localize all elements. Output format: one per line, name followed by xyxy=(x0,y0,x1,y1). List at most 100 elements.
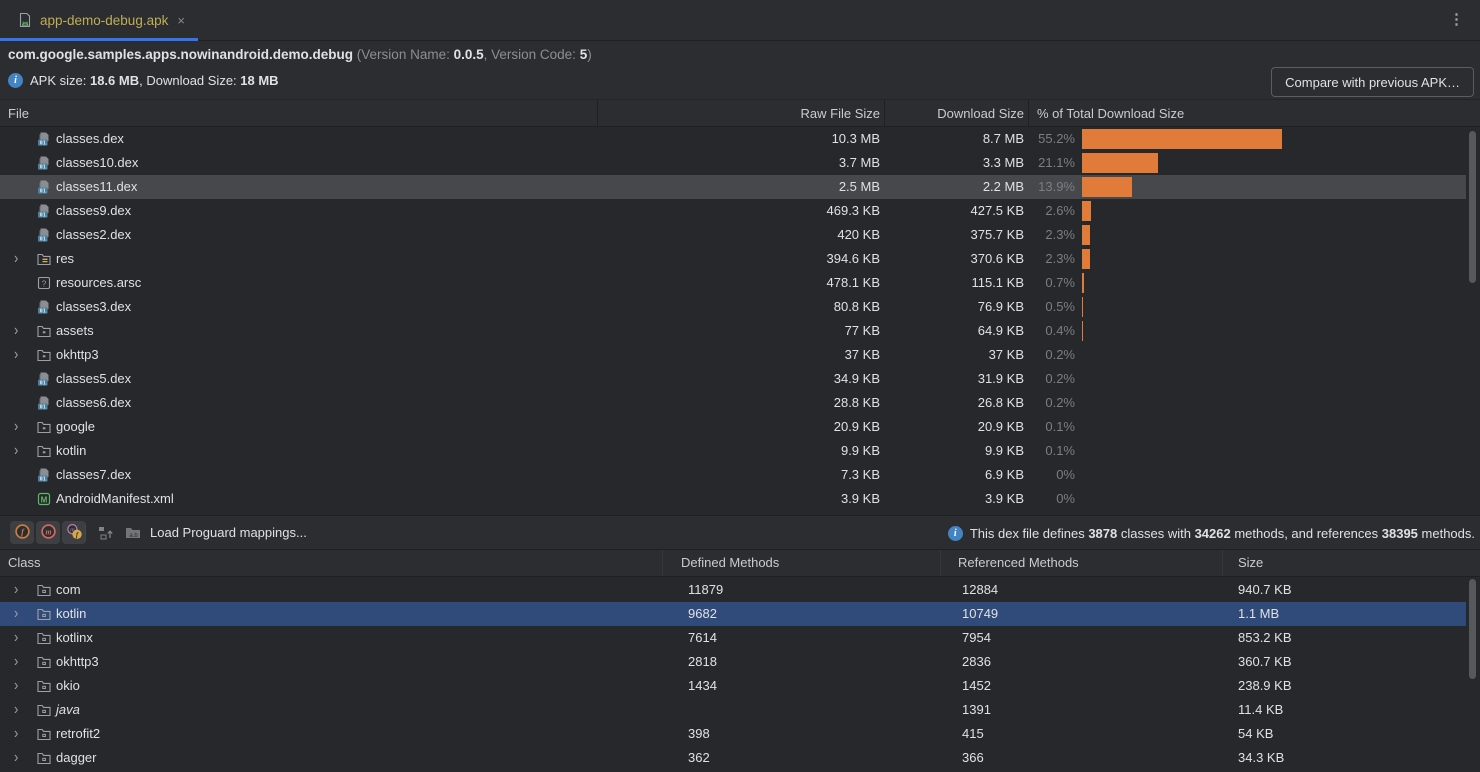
class-table-row[interactable]: › okio 1434 1452 238.9 KB xyxy=(0,674,1480,698)
dex-references-count: 38395 xyxy=(1382,526,1418,541)
column-header-download-size[interactable]: Download Size xyxy=(884,100,1024,127)
load-proguard-mappings-button[interactable]: Load Proguard mappings... xyxy=(150,516,307,550)
file-name: classes2.dex xyxy=(56,223,131,247)
file-table-scrollbar[interactable] xyxy=(1469,131,1476,283)
file-table-row[interactable]: › okhttp3 37 KB 37 KB 0.2% xyxy=(0,343,1480,367)
referenced-methods-value: 7954 xyxy=(962,626,991,650)
column-header-raw-file-size[interactable]: Raw File Size xyxy=(740,100,880,127)
package-name: com.google.samples.apps.nowinandroid.dem… xyxy=(8,47,353,62)
file-table-row[interactable]: › kotlin 9.9 KB 9.9 KB 0.1% xyxy=(0,439,1480,463)
raw-file-size-value: 2.5 MB xyxy=(740,175,880,199)
download-percent-value: 55.2% xyxy=(934,127,1075,151)
class-table-row[interactable]: › java 1391 11.4 KB xyxy=(0,698,1480,722)
info-icon: i xyxy=(948,526,963,541)
class-table-row[interactable]: › dagger 362 366 34.3 KB xyxy=(0,746,1480,770)
class-table-row[interactable]: › okhttp3 2818 2836 360.7 KB xyxy=(0,650,1480,674)
file-table-row[interactable]: › google 20.9 KB 20.9 KB 0.1% xyxy=(0,415,1480,439)
file-table-row[interactable]: › res 394.6 KB 370.6 KB 2.3% xyxy=(0,247,1480,271)
referenced-methods-value: 415 xyxy=(962,722,984,746)
file-table-row[interactable]: › 01 classes9.dex 469.3 KB 427.5 KB 2.6% xyxy=(0,199,1480,223)
dex-methods-count: 34262 xyxy=(1195,526,1231,541)
download-percent-value: 13.9% xyxy=(934,175,1075,199)
folder-icon xyxy=(36,323,52,339)
size-value: 940.7 KB xyxy=(1238,578,1292,602)
file-name: classes11.dex xyxy=(56,175,137,199)
class-table-row[interactable]: › retrofit2 398 415 54 KB xyxy=(0,722,1480,746)
file-table-row[interactable]: › assets 77 KB 64.9 KB 0.4% xyxy=(0,319,1480,343)
compare-with-previous-apk-button[interactable]: Compare with previous APK… xyxy=(1271,67,1474,97)
folder-icon xyxy=(36,443,52,459)
referenced-nodes-icon: m f xyxy=(66,523,83,543)
svg-text:?: ? xyxy=(42,279,47,288)
svg-text:01: 01 xyxy=(40,237,46,243)
file-table-row[interactable]: › 01 classes10.dex 3.7 MB 3.3 MB 21.1% xyxy=(0,151,1480,175)
expand-tree-icon[interactable] xyxy=(97,524,115,542)
dex-info-mid1: classes with xyxy=(1117,526,1194,541)
package-icon xyxy=(36,606,52,622)
expand-chevron-icon[interactable]: › xyxy=(14,580,18,598)
class-table-row[interactable]: › kotlinx 7614 7954 853.2 KB xyxy=(0,626,1480,650)
dex-file-icon: 01 xyxy=(36,371,52,387)
defined-methods-value: 11879 xyxy=(688,578,723,602)
expand-chevron-icon[interactable]: › xyxy=(14,441,18,459)
deobfuscate-names-icon[interactable]: a.b xyxy=(124,524,142,542)
expand-chevron-icon[interactable]: › xyxy=(14,628,18,646)
download-percent-value: 0.4% xyxy=(934,319,1075,343)
expand-chevron-icon[interactable]: › xyxy=(14,652,18,670)
show-referenced-toggle[interactable]: m f xyxy=(62,521,86,544)
column-header-size[interactable]: Size xyxy=(1238,550,1263,576)
file-table-row[interactable]: › 01 classes11.dex 2.5 MB 2.2 MB 13.9% xyxy=(0,175,1466,199)
file-table-row[interactable]: › 01 classes7.dex 7.3 KB 6.9 KB 0% xyxy=(0,463,1480,487)
download-percent-value: 0% xyxy=(934,487,1075,511)
expand-chevron-icon[interactable]: › xyxy=(14,676,18,694)
column-header-class[interactable]: Class xyxy=(8,550,41,576)
download-percent-value: 0.2% xyxy=(934,367,1075,391)
column-header-referenced-methods[interactable]: Referenced Methods xyxy=(958,550,1079,576)
svg-text:m: m xyxy=(45,527,51,536)
dex-file-icon: 01 xyxy=(36,467,52,483)
file-table-row[interactable]: › 01 classes2.dex 420 KB 375.7 KB 2.3% xyxy=(0,223,1480,247)
class-table-scrollbar[interactable] xyxy=(1469,579,1476,679)
dex-file-icon: 01 xyxy=(36,155,52,171)
manifest-file-icon: M xyxy=(36,491,52,507)
download-size-label: , Download Size: xyxy=(139,73,240,88)
file-table-row[interactable]: › M AndroidManifest.xml 3.9 KB 3.9 KB 0% xyxy=(0,487,1480,511)
svg-text:01: 01 xyxy=(40,381,46,387)
file-name: AndroidManifest.xml xyxy=(56,487,174,511)
expand-chevron-icon[interactable]: › xyxy=(14,604,18,622)
file-table-row[interactable]: › 01 classes3.dex 80.8 KB 76.9 KB 0.5% xyxy=(0,295,1480,319)
expand-chevron-icon[interactable]: › xyxy=(14,321,18,339)
expand-chevron-icon[interactable]: › xyxy=(14,417,18,435)
expand-chevron-icon[interactable]: › xyxy=(14,345,18,363)
tab-apk-analyzer[interactable]: app-demo-debug.apk × xyxy=(0,0,198,40)
svg-text:a.b: a.b xyxy=(129,533,138,539)
file-table-row[interactable]: › ? resources.arsc 478.1 KB 115.1 KB 0.7… xyxy=(0,271,1480,295)
file-name: classes5.dex xyxy=(56,367,131,391)
file-name: okhttp3 xyxy=(56,343,99,367)
referenced-methods-value: 1452 xyxy=(962,674,991,698)
show-fields-toggle[interactable]: f xyxy=(10,521,34,544)
expand-chevron-icon[interactable]: › xyxy=(14,724,18,742)
expand-chevron-icon[interactable]: › xyxy=(14,700,18,718)
expand-chevron-icon[interactable]: › xyxy=(14,748,18,766)
column-header-percent-of-total[interactable]: % of Total Download Size xyxy=(1037,100,1184,127)
version-suffix: ) xyxy=(587,47,592,62)
class-table-row[interactable]: › com 11879 12884 940.7 KB xyxy=(0,578,1480,602)
tab-close-icon[interactable]: × xyxy=(177,13,185,28)
show-methods-toggle[interactable]: m xyxy=(36,521,60,544)
download-percent-bar xyxy=(1082,225,1090,245)
file-table-row[interactable]: › 01 classes.dex 10.3 MB 8.7 MB 55.2% xyxy=(0,127,1480,151)
expand-chevron-icon[interactable]: › xyxy=(14,249,18,267)
class-table-row[interactable]: › kotlin 9682 10749 1.1 MB xyxy=(0,602,1466,626)
package-name: com xyxy=(56,578,81,602)
file-table-row[interactable]: › 01 classes5.dex 34.9 KB 31.9 KB 0.2% xyxy=(0,367,1480,391)
column-header-file[interactable]: File xyxy=(8,100,29,127)
column-header-defined-methods[interactable]: Defined Methods xyxy=(681,550,779,576)
class-table-body: › com 11879 12884 940.7 KB › kotlin 9682… xyxy=(0,578,1480,772)
download-percent-bar xyxy=(1082,177,1132,197)
dex-file-icon: 01 xyxy=(36,131,52,147)
file-table-row[interactable]: › 01 classes6.dex 28.8 KB 26.8 KB 0.2% xyxy=(0,391,1480,415)
package-name: okio xyxy=(56,674,80,698)
more-options-kebab-icon[interactable]: ⋮ xyxy=(1449,10,1464,28)
methods-icon: m xyxy=(40,523,57,543)
